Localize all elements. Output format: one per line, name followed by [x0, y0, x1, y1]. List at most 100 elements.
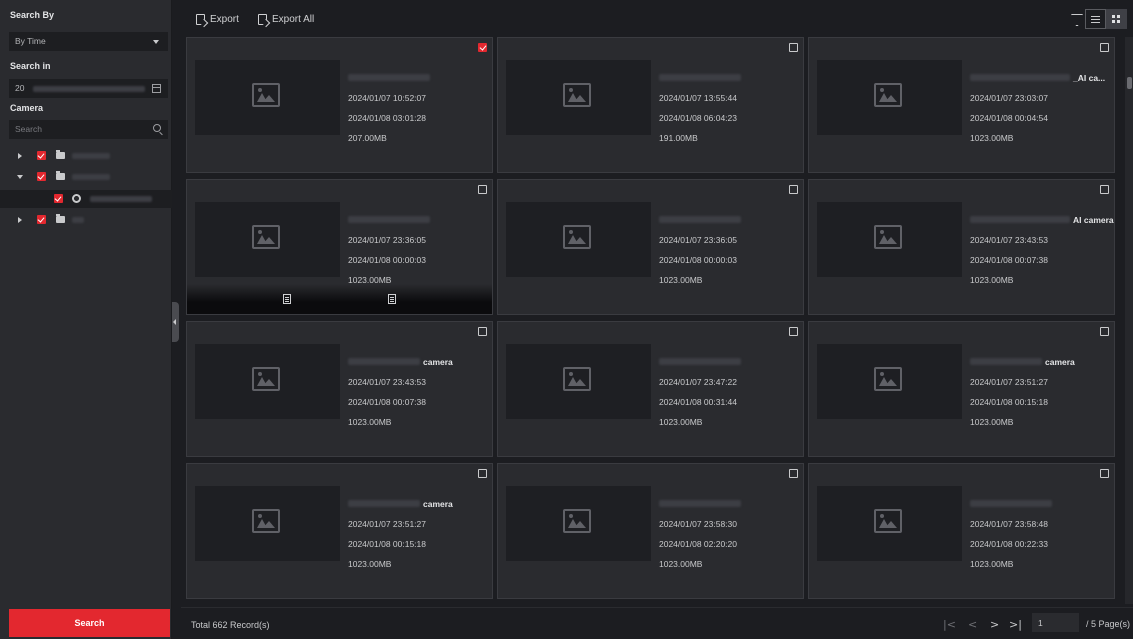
record-card[interactable]: 2024/01/07 23:58:30 2024/01/08 02:20:20 10… — [497, 463, 804, 599]
record-card[interactable]: AI camera 2024/01/07 23:43:53 2024/01/08 0… — [808, 179, 1115, 315]
sidebar-collapse-handle[interactable] — [172, 302, 179, 342]
end-time: 2024/01/08 00:15:18 — [970, 397, 1048, 407]
tree-checkbox[interactable] — [37, 172, 46, 181]
expand-icon[interactable] — [18, 217, 22, 223]
search-by-label: Search By — [10, 10, 55, 20]
tree-group-2[interactable] — [0, 168, 172, 186]
scroll-thumb[interactable] — [1127, 77, 1132, 89]
thumbnail[interactable] — [817, 202, 962, 277]
search-in-label: Search in — [10, 61, 51, 71]
end-time: 2024/01/08 00:07:38 — [348, 397, 426, 407]
start-time: 2024/01/07 23:43:53 — [348, 377, 426, 387]
card-checkbox[interactable] — [478, 43, 487, 52]
tree-group-3[interactable] — [0, 211, 172, 229]
card-checkbox[interactable] — [789, 185, 798, 194]
redacted-text — [72, 174, 110, 180]
camera-search-placeholder: Search — [15, 124, 42, 134]
tree-checkbox[interactable] — [37, 215, 46, 224]
thumbnail[interactable] — [195, 202, 340, 277]
details-icon[interactable] — [283, 294, 291, 304]
start-time: 2024/01/07 23:43:53 — [970, 235, 1048, 245]
image-placeholder-icon — [252, 83, 280, 107]
image-placeholder-icon — [874, 225, 902, 249]
redacted-text — [970, 216, 1070, 223]
filter-icon[interactable] — [1071, 14, 1081, 21]
export-icon — [196, 13, 205, 25]
prev-page-icon[interactable]: < — [968, 618, 977, 631]
redacted-text — [348, 358, 420, 365]
record-card[interactable]: 2024/01/07 23:36:05 2024/01/08 00:00:03 10… — [186, 179, 493, 315]
collapse-icon[interactable] — [17, 175, 23, 179]
chevron-down-icon — [153, 40, 159, 44]
first-page-icon[interactable]: |< — [943, 618, 956, 631]
redacted-text — [970, 74, 1070, 81]
thumbnail[interactable] — [506, 60, 651, 135]
thumbnail[interactable] — [195, 344, 340, 419]
card-checkbox[interactable] — [789, 469, 798, 478]
export-all-button[interactable]: Export All — [258, 12, 314, 26]
tree-camera-item[interactable] — [0, 190, 172, 208]
record-card[interactable]: 2024/01/07 23:47:22 2024/01/08 00:31:44 10… — [497, 321, 804, 457]
tree-checkbox[interactable] — [37, 151, 46, 160]
camera-search-input[interactable]: Search — [9, 120, 168, 139]
scrollbar[interactable] — [1125, 37, 1133, 604]
record-card[interactable]: camera 2024/01/07 23:51:27 2024/01/08 00:1… — [808, 321, 1115, 457]
record-card[interactable]: 2024/01/07 13:55:44 2024/01/08 06:04:23 19… — [497, 37, 804, 173]
expand-icon[interactable] — [18, 153, 22, 159]
thumbnail[interactable] — [817, 344, 962, 419]
grid-view-button[interactable] — [1106, 9, 1127, 29]
next-page-icon[interactable]: > — [990, 618, 999, 631]
start-time: 2024/01/07 23:58:48 — [970, 519, 1048, 529]
export-all-label: Export All — [272, 13, 315, 25]
thumbnail[interactable] — [817, 486, 962, 561]
record-card[interactable]: camera 2024/01/07 23:51:27 2024/01/08 00:1… — [186, 463, 493, 599]
export-button[interactable]: Export — [196, 12, 239, 26]
file-size: 1023.00MB — [970, 559, 1014, 569]
export-all-icon — [258, 13, 267, 25]
tree-checkbox[interactable] — [54, 194, 63, 203]
card-checkbox[interactable] — [1100, 185, 1109, 194]
time-range-field[interactable]: 20 — [9, 79, 168, 98]
tree-group-1[interactable] — [0, 147, 172, 165]
file-size: 1023.00MB — [970, 133, 1014, 143]
thumbnail[interactable] — [506, 486, 651, 561]
thumbnail[interactable] — [195, 486, 340, 561]
total-records: Total 662 Record(s) — [191, 620, 270, 630]
last-page-icon[interactable]: >| — [1009, 618, 1022, 631]
thumbnail[interactable] — [817, 60, 962, 135]
record-card[interactable]: camera 2024/01/07 23:43:53 2024/01/08 00:0… — [186, 321, 493, 457]
search-sidebar: Search By By Time Search in 20 Camera Se… — [0, 0, 172, 639]
list-view-button[interactable] — [1085, 9, 1106, 29]
folder-icon — [56, 150, 65, 159]
page-total: / 5 Page(s) — [1086, 619, 1131, 629]
redacted-text — [659, 500, 741, 507]
card-checkbox[interactable] — [789, 43, 798, 52]
card-checkbox[interactable] — [1100, 327, 1109, 336]
card-checkbox[interactable] — [1100, 43, 1109, 52]
camera-name: camera — [970, 356, 1075, 367]
calendar-icon[interactable] — [152, 84, 161, 93]
card-checkbox[interactable] — [789, 327, 798, 336]
page-number-input[interactable] — [1032, 613, 1079, 632]
search-button[interactable]: Search — [9, 609, 170, 637]
thumbnail[interactable] — [195, 60, 340, 135]
search-icon[interactable] — [153, 124, 161, 132]
file-size: 207.00MB — [348, 133, 387, 143]
card-checkbox[interactable] — [1100, 469, 1109, 478]
card-checkbox[interactable] — [478, 469, 487, 478]
export-label: Export — [210, 13, 239, 25]
card-checkbox[interactable] — [478, 185, 487, 194]
image-placeholder-icon — [563, 509, 591, 533]
redacted-text — [970, 500, 1052, 507]
thumbnail[interactable] — [506, 202, 651, 277]
record-card[interactable]: 2024/01/07 23:58:48 2024/01/08 00:22:33 10… — [808, 463, 1115, 599]
redacted-text — [659, 358, 741, 365]
redacted-text — [90, 196, 152, 202]
record-card[interactable]: 2024/01/07 10:52:07 2024/01/08 03:01:28 20… — [186, 37, 493, 173]
export-icon[interactable] — [388, 294, 396, 304]
record-card[interactable]: 2024/01/07 23:36:05 2024/01/08 00:00:03 10… — [497, 179, 804, 315]
record-card[interactable]: _AI ca... 2024/01/07 23:03:07 2024/01/08 0… — [808, 37, 1115, 173]
search-by-select[interactable]: By Time — [9, 32, 168, 51]
card-checkbox[interactable] — [478, 327, 487, 336]
thumbnail[interactable] — [506, 344, 651, 419]
